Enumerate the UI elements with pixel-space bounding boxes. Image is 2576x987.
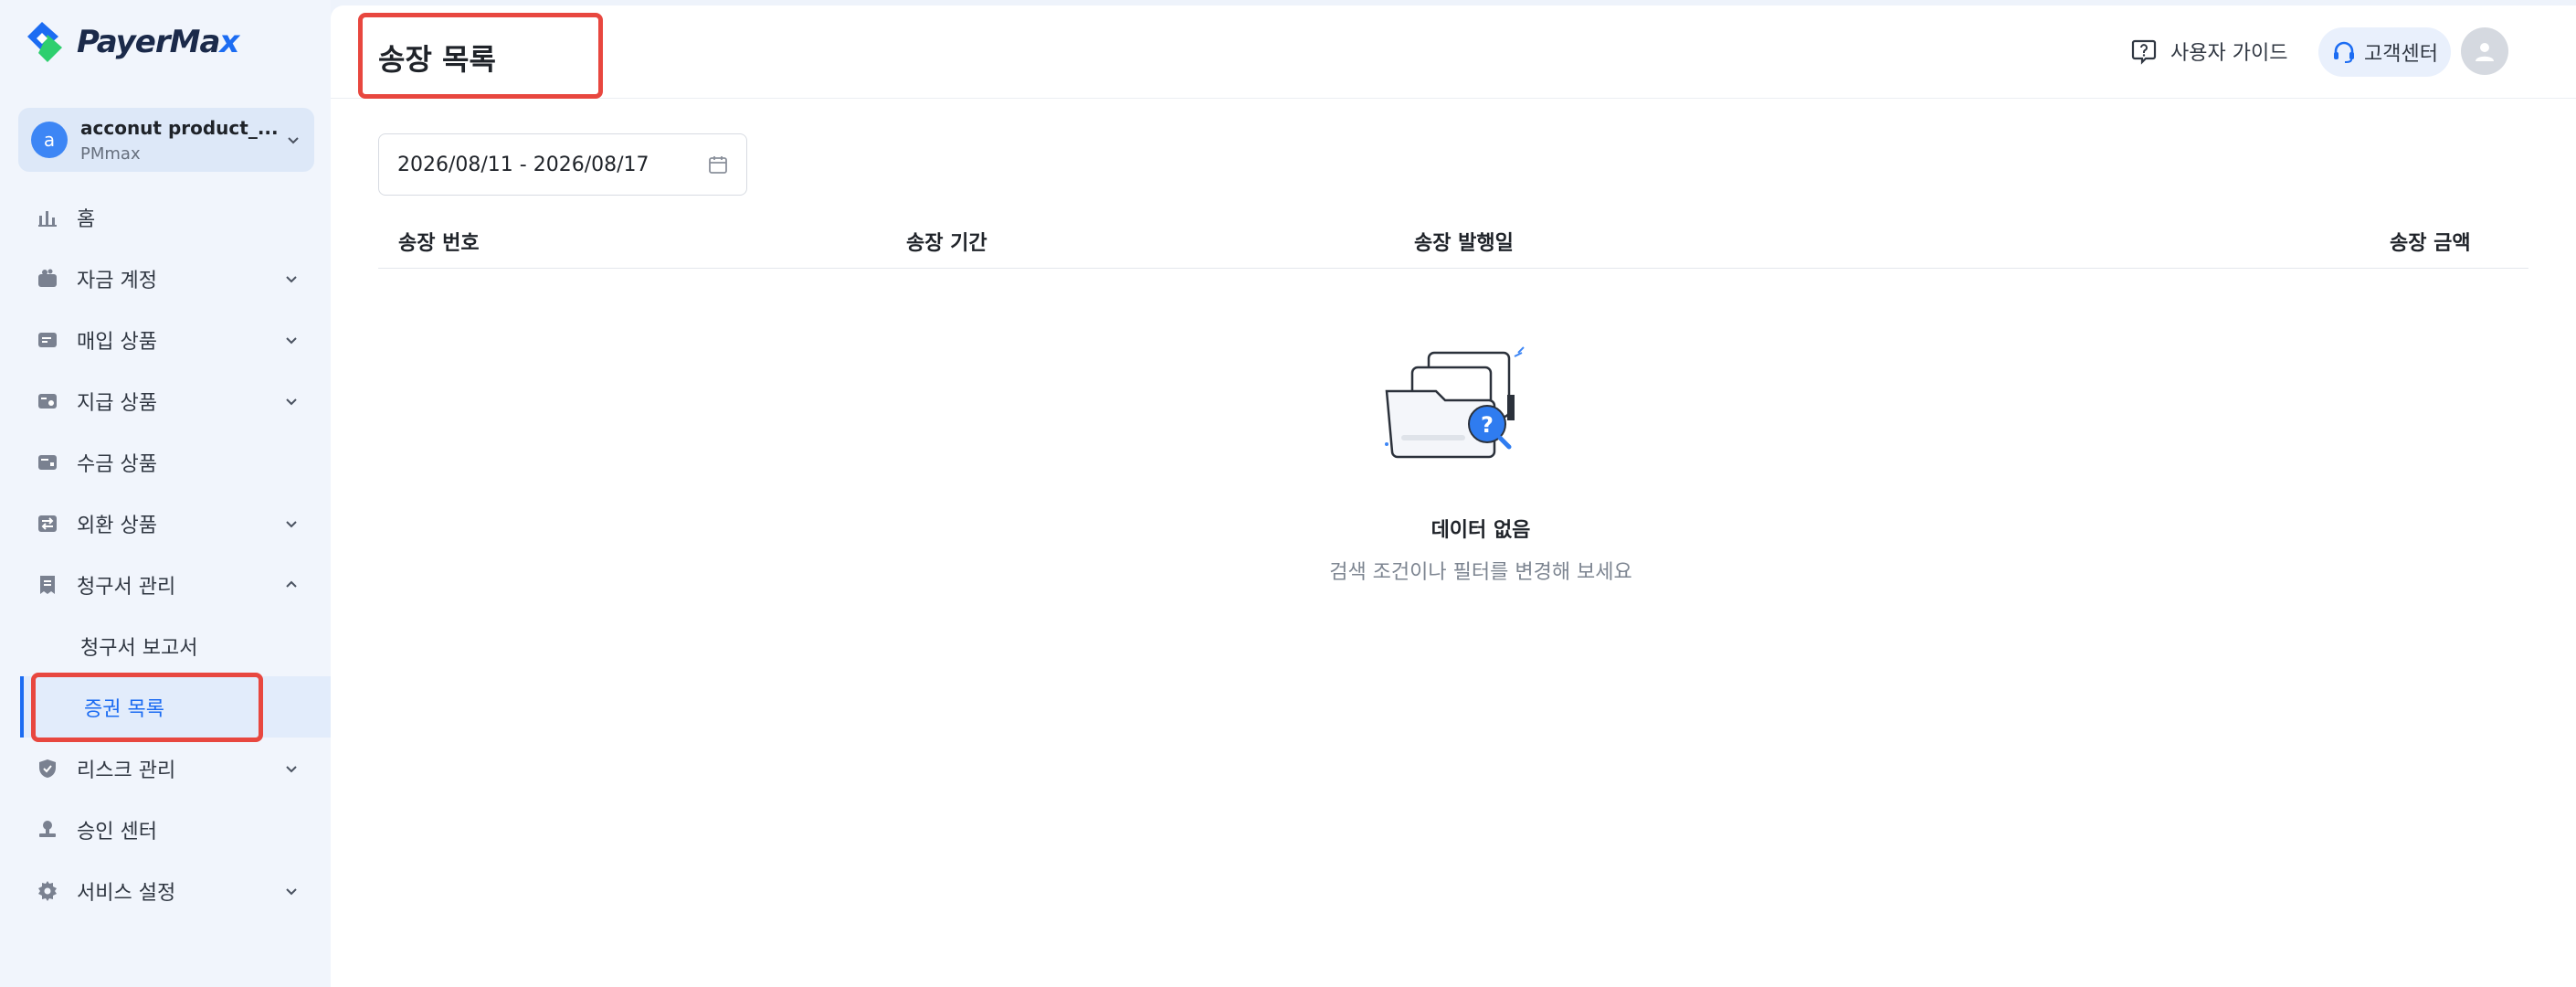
shield-icon bbox=[39, 759, 56, 778]
chevron-up-icon bbox=[286, 580, 297, 588]
sidebar-item-label: 청구서 보고서 bbox=[80, 636, 198, 660]
customer-center-button[interactable]: 고객센터 bbox=[2318, 27, 2451, 77]
sidebar-item-securities-list[interactable]: 증권 목록 bbox=[20, 676, 331, 738]
help-bubble-icon bbox=[2131, 39, 2157, 65]
main-panel: 송장 목록 사용자 가이드 고객센터 2026/08/11 - 2026/08/… bbox=[331, 5, 2576, 987]
chevron-down-icon bbox=[288, 137, 299, 144]
column-header-issue-date: 송장 발행일 bbox=[1414, 232, 1514, 255]
chevron-down-icon bbox=[286, 398, 297, 405]
sidebar-item-label: 자금 계정 bbox=[77, 269, 157, 292]
date-range-value: 2026/08/11 - 2026/08/17 bbox=[397, 153, 649, 176]
customer-center-label: 고객센터 bbox=[2364, 43, 2438, 66]
payout-card-icon bbox=[38, 393, 57, 409]
sidebar-item-risk-mgmt[interactable]: 리스크 관리 bbox=[0, 738, 331, 799]
account-switcher[interactable]: a acconut product_... PMmax bbox=[18, 108, 314, 172]
sidebar-item-payout[interactable]: 지급 상품 bbox=[0, 370, 331, 431]
sidebar-item-label: 증권 목록 bbox=[84, 697, 164, 721]
top-bar: 송장 목록 사용자 가이드 고객센터 bbox=[331, 5, 2576, 99]
sidebar: PayerMax a acconut product_... PMmax 홈 자… bbox=[0, 0, 331, 987]
chevron-down-icon bbox=[286, 275, 297, 282]
user-avatar[interactable] bbox=[2461, 27, 2508, 75]
svg-text:?: ? bbox=[1481, 412, 1494, 438]
sidebar-item-label: 외환 상품 bbox=[77, 514, 157, 537]
collection-card-icon bbox=[38, 454, 57, 470]
brand-name: PayerMax bbox=[77, 24, 239, 60]
sidebar-item-fund-account[interactable]: 자금 계정 bbox=[0, 248, 331, 309]
calendar-icon bbox=[709, 156, 727, 174]
empty-title: 데이터 없음 bbox=[1431, 519, 1531, 542]
user-icon bbox=[2476, 43, 2494, 61]
sidebar-item-collection[interactable]: 수금 상품 bbox=[0, 431, 331, 493]
sidebar-item-approval-center[interactable]: 승인 센터 bbox=[0, 799, 331, 860]
gear-icon bbox=[38, 880, 57, 901]
user-guide-button[interactable]: 사용자 가이드 bbox=[2130, 37, 2287, 66]
column-header-invoice-amount: 송장 금액 bbox=[2390, 232, 2471, 255]
chevron-down-icon bbox=[286, 765, 297, 772]
account-avatar: a bbox=[31, 122, 68, 158]
account-sub: PMmax bbox=[80, 143, 141, 164]
sidebar-item-invoice-mgmt[interactable]: 청구서 관리 bbox=[0, 554, 331, 615]
sidebar-item-label: 홈 bbox=[77, 207, 96, 231]
sidebar-item-label: 수금 상품 bbox=[77, 452, 157, 476]
account-info: acconut product_... PMmax bbox=[80, 117, 285, 164]
card-icon bbox=[38, 332, 57, 347]
date-range-picker[interactable]: 2026/08/11 - 2026/08/17 bbox=[378, 133, 747, 196]
sidebar-nav: 홈 자금 계정 매입 상품 지급 상품 수금 상품 외환 상품 청구서 관리 청… bbox=[0, 186, 331, 921]
sidebar-item-label: 매입 상품 bbox=[77, 330, 157, 354]
table-header: 송장 번호 송장 기간 송장 발행일 송장 금액 bbox=[378, 205, 2528, 269]
sidebar-item-label: 서비스 설정 bbox=[77, 881, 176, 905]
user-guide-label: 사용자 가이드 bbox=[2170, 42, 2288, 65]
chevron-down-icon bbox=[286, 520, 297, 527]
wallet-icon bbox=[38, 269, 57, 287]
sidebar-item-label: 승인 센터 bbox=[77, 820, 157, 844]
stamp-icon bbox=[39, 820, 56, 837]
empty-folder-icon: ? bbox=[1385, 346, 1525, 459]
invoice-icon bbox=[40, 575, 55, 594]
payermax-logo-icon bbox=[27, 22, 62, 62]
sidebar-item-fx[interactable]: 외환 상품 bbox=[0, 493, 331, 554]
sidebar-item-label: 청구서 관리 bbox=[77, 575, 176, 599]
sidebar-item-service-settings[interactable]: 서비스 설정 bbox=[0, 860, 331, 921]
exchange-icon bbox=[38, 515, 57, 532]
chevron-down-icon bbox=[286, 887, 297, 895]
sidebar-item-home[interactable]: 홈 bbox=[0, 186, 331, 248]
page-title: 송장 목록 bbox=[378, 42, 496, 77]
column-header-invoice-period: 송장 기간 bbox=[906, 232, 987, 255]
headset-icon bbox=[2334, 41, 2354, 63]
brand-logo[interactable]: PayerMax bbox=[24, 18, 239, 66]
empty-hint: 검색 조건이나 필터를 변경해 보세요 bbox=[1329, 561, 1632, 584]
chevron-down-icon bbox=[286, 336, 297, 344]
account-name: acconut product_... bbox=[80, 116, 279, 139]
column-header-invoice-number: 송장 번호 bbox=[398, 232, 480, 255]
sidebar-item-invoice-report[interactable]: 청구서 보고서 bbox=[0, 615, 331, 676]
bar-chart-icon bbox=[38, 210, 57, 227]
sidebar-item-acquiring[interactable]: 매입 상품 bbox=[0, 309, 331, 370]
sidebar-item-label: 지급 상품 bbox=[77, 391, 157, 415]
sidebar-item-label: 리스크 관리 bbox=[77, 759, 176, 782]
